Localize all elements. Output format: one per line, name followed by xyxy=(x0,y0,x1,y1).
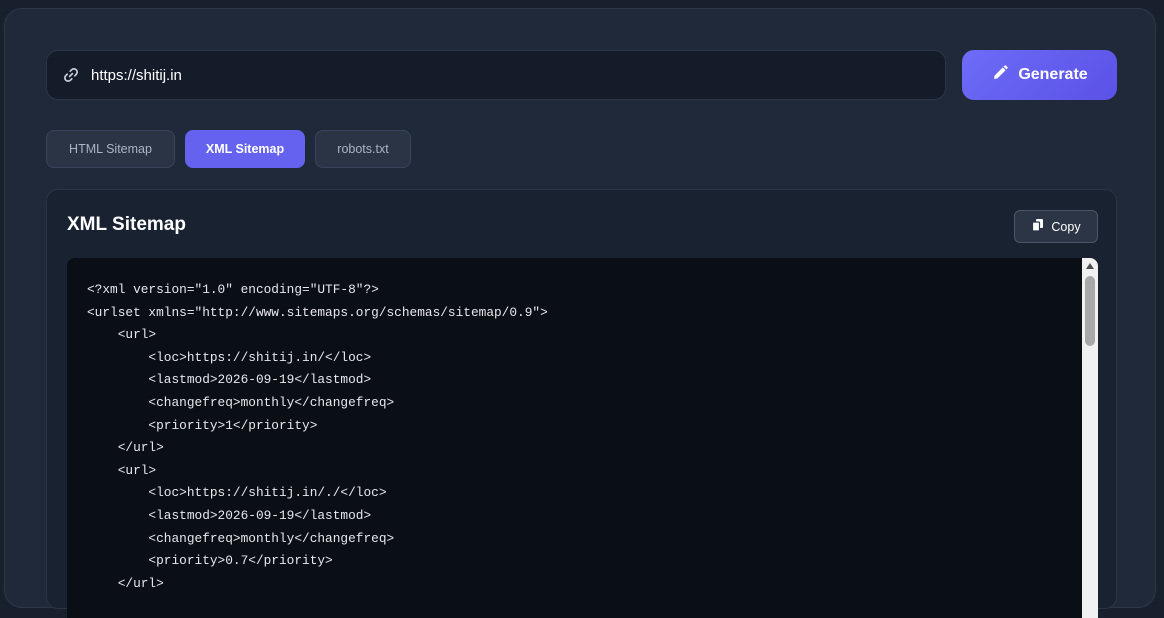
sitemap-xml-code: <?xml version="1.0" encoding="UTF-8"?> <… xyxy=(87,279,548,595)
tab-robots-txt[interactable]: robots.txt xyxy=(315,130,411,168)
code-line: <urlset xmlns="http://www.sitemaps.org/s… xyxy=(87,304,548,320)
code-line: <url> xyxy=(87,327,157,343)
copy-label: Copy xyxy=(1051,219,1081,234)
url-field[interactable] xyxy=(46,50,946,100)
code-line: <?xml version="1.0" encoding="UTF-8"?> xyxy=(87,282,379,297)
code-line: </url> xyxy=(87,575,164,591)
code-line: <changefreq>monthly</changefreq> xyxy=(87,394,395,410)
code-line: <loc>https://shitij.in/./</loc> xyxy=(87,485,387,501)
vertical-scrollbar[interactable] xyxy=(1082,258,1098,618)
sitemap-generator-card: Generate HTML Sitemap XML Sitemap robots… xyxy=(4,8,1156,618)
generate-label: Generate xyxy=(1018,66,1088,83)
code-line: <lastmod>2026-09-19</lastmod> xyxy=(87,507,372,523)
scrollbar-thumb[interactable] xyxy=(1085,276,1095,346)
code-line: <priority>0.7</priority> xyxy=(87,553,333,569)
output-panel: XML Sitemap Copy <?xml version="1.0" enc… xyxy=(46,189,1117,618)
code-line: <lastmod>2026-09-19</lastmod> xyxy=(87,372,372,388)
panel-title: XML Sitemap xyxy=(67,214,186,235)
code-line: <priority>1</priority> xyxy=(87,417,318,433)
pencil-icon xyxy=(991,64,1009,87)
code-line: <loc>https://shitij.in/</loc> xyxy=(87,349,372,365)
code-output[interactable]: <?xml version="1.0" encoding="UTF-8"?> <… xyxy=(67,258,1098,618)
code-line: <changefreq>monthly</changefreq> xyxy=(87,530,395,546)
scroll-up-arrow-icon[interactable] xyxy=(1086,263,1094,269)
code-line: <url> xyxy=(87,462,157,478)
url-input[interactable] xyxy=(91,66,891,84)
copy-button[interactable]: Copy xyxy=(1014,210,1098,243)
sitemap-tabs: HTML Sitemap XML Sitemap robots.txt xyxy=(46,130,411,168)
tab-html-sitemap[interactable]: HTML Sitemap xyxy=(46,130,175,168)
code-line: </url> xyxy=(87,440,164,456)
tab-xml-sitemap[interactable]: XML Sitemap xyxy=(185,130,305,168)
generate-button[interactable]: Generate xyxy=(962,50,1117,100)
copy-icon xyxy=(1031,218,1045,235)
link-icon xyxy=(61,65,81,85)
